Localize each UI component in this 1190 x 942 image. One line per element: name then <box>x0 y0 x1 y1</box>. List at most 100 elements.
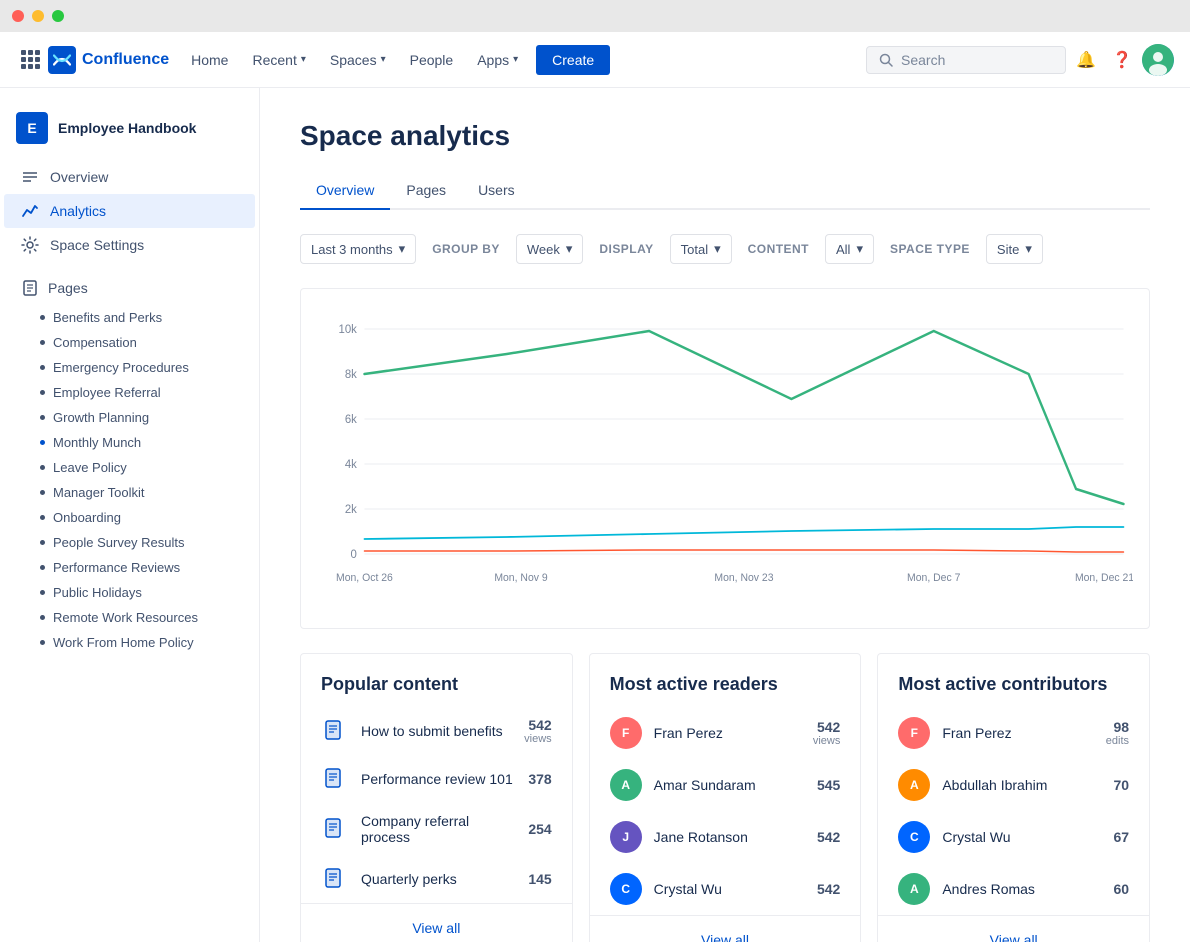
search-box[interactable]: Search <box>866 46 1066 74</box>
nav-people[interactable]: People <box>400 46 464 74</box>
content-filter[interactable]: All ▾ <box>825 234 874 264</box>
popular-content-list: How to submit benefits 542 views Perform… <box>301 707 572 903</box>
contributor-count: 98 edits <box>1106 719 1129 747</box>
app-layout: E Employee Handbook Overview Analytics S… <box>0 88 1190 942</box>
sidebar-page-link[interactable]: Monthly Munch <box>0 430 259 455</box>
settings-icon <box>20 235 40 255</box>
active-contributors-list: F Fran Perez 98 edits A Abdullah Ibrahim… <box>878 707 1149 915</box>
reader-item[interactable]: C Crystal Wu 542 <box>590 863 861 915</box>
nav-apps[interactable]: Apps▾ <box>467 46 528 74</box>
minimize-dot[interactable] <box>32 10 44 22</box>
svg-text:0: 0 <box>351 548 358 561</box>
sidebar: E Employee Handbook Overview Analytics S… <box>0 88 260 942</box>
pages-add-icon[interactable]: + <box>224 277 239 298</box>
sidebar-page-link[interactable]: People Survey Results <box>0 530 259 555</box>
chevron-down-icon: ▾ <box>566 241 573 257</box>
contributor-item[interactable]: C Crystal Wu 67 <box>878 811 1149 863</box>
sidebar-page-link[interactable]: Work From Home Policy <box>0 630 259 655</box>
space-icon: E <box>16 112 48 144</box>
sidebar-item-label: Overview <box>50 169 108 185</box>
popular-content-card: Popular content How to submit benefits 5… <box>300 653 573 942</box>
help-icon[interactable]: ❓ <box>1106 44 1138 76</box>
reader-name: Amar Sundaram <box>654 777 805 793</box>
tab-pages[interactable]: Pages <box>390 172 462 210</box>
popular-content-item[interactable]: How to submit benefits 542 views <box>301 707 572 755</box>
svg-text:Mon, Nov 9: Mon, Nov 9 <box>494 572 547 584</box>
sidebar-page-link[interactable]: Manager Toolkit <box>0 480 259 505</box>
popular-content-item[interactable]: Quarterly perks 145 <box>301 855 572 903</box>
page-title: Space analytics <box>300 120 1150 152</box>
chevron-down-icon: ▾ <box>856 241 863 257</box>
line-chart: 10k 8k 6k 4k 2k 0 Mon, Oct 26 Mon, Nov 9… <box>317 309 1133 609</box>
content-title: Performance review 101 <box>361 771 516 787</box>
app-switcher-icon[interactable] <box>16 46 44 74</box>
content-count: 542 views <box>524 717 552 745</box>
user-avatar[interactable] <box>1142 44 1174 76</box>
notifications-icon[interactable]: 🔔 <box>1070 44 1102 76</box>
group-by-filter[interactable]: Week ▾ <box>516 234 584 264</box>
contributor-name: Andres Romas <box>942 881 1101 897</box>
sidebar-page-link[interactable]: Onboarding <box>0 505 259 530</box>
tab-overview[interactable]: Overview <box>300 172 390 210</box>
contributor-count: 60 <box>1113 881 1129 897</box>
doc-icon <box>321 815 349 843</box>
space-type-filter[interactable]: Site ▾ <box>986 234 1043 264</box>
tab-users[interactable]: Users <box>462 172 531 210</box>
bottom-cards: Popular content How to submit benefits 5… <box>300 653 1150 942</box>
chevron-down-icon: ▾ <box>1025 241 1032 257</box>
pages-section-header[interactable]: Pages ··· + <box>4 270 255 305</box>
sidebar-page-link[interactable]: Benefits and Perks <box>0 305 259 330</box>
nav-spaces[interactable]: Spaces▾ <box>320 46 396 74</box>
popular-content-item[interactable]: Performance review 101 378 <box>301 755 572 803</box>
contributor-avatar: C <box>898 821 930 853</box>
svg-text:Mon, Oct 26: Mon, Oct 26 <box>336 572 393 584</box>
reader-count: 542 <box>817 829 840 845</box>
active-contributors-view-all[interactable]: View all <box>878 916 1149 942</box>
search-icon <box>879 53 893 67</box>
svg-text:Mon, Nov 23: Mon, Nov 23 <box>714 572 773 584</box>
sidebar-page-link[interactable]: Compensation <box>0 330 259 355</box>
sidebar-item-overview[interactable]: Overview <box>4 160 255 194</box>
sidebar-page-link[interactable]: Performance Reviews <box>0 555 259 580</box>
create-button[interactable]: Create <box>536 45 610 75</box>
sidebar-page-link[interactable]: Emergency Procedures <box>0 355 259 380</box>
confluence-logo[interactable]: Confluence <box>48 46 169 74</box>
reader-item[interactable]: J Jane Rotanson 542 <box>590 811 861 863</box>
popular-content-item[interactable]: Company referral process 254 <box>301 803 572 855</box>
active-readers-title: Most active readers <box>590 654 861 707</box>
maximize-dot[interactable] <box>52 10 64 22</box>
contributor-item[interactable]: A Andres Romas 60 <box>878 863 1149 915</box>
sidebar-page-link[interactable]: Employee Referral <box>0 380 259 405</box>
svg-text:8k: 8k <box>345 368 357 381</box>
close-dot[interactable] <box>12 10 24 22</box>
active-readers-view-all[interactable]: View all <box>590 916 861 942</box>
pages-label: Pages <box>48 280 88 296</box>
nav-home[interactable]: Home <box>181 46 238 74</box>
contributor-avatar: A <box>898 873 930 905</box>
contributor-item[interactable]: F Fran Perez 98 edits <box>878 707 1149 759</box>
display-filter[interactable]: Total ▾ <box>670 234 732 264</box>
doc-icon <box>321 865 349 893</box>
pages-more-icon[interactable]: ··· <box>201 279 221 297</box>
reader-item[interactable]: A Amar Sundaram 545 <box>590 759 861 811</box>
sidebar-page-link[interactable]: Leave Policy <box>0 455 259 480</box>
sidebar-page-link[interactable]: Public Holidays <box>0 580 259 605</box>
group-by-label: GROUP BY <box>432 242 500 256</box>
sidebar-page-link[interactable]: Remote Work Resources <box>0 605 259 630</box>
svg-text:6k: 6k <box>345 413 357 426</box>
contributor-item[interactable]: A Abdullah Ibrahim 70 <box>878 759 1149 811</box>
popular-content-view-all[interactable]: View all <box>301 904 572 942</box>
content-title: Quarterly perks <box>361 871 516 887</box>
date-range-filter[interactable]: Last 3 months ▾ <box>300 234 416 264</box>
space-header[interactable]: E Employee Handbook <box>0 104 259 160</box>
reader-item[interactable]: F Fran Perez 542 views <box>590 707 861 759</box>
nav-recent[interactable]: Recent▾ <box>242 46 315 74</box>
sidebar-item-settings[interactable]: Space Settings <box>4 228 255 262</box>
sidebar-page-link[interactable]: Growth Planning <box>0 405 259 430</box>
analytics-chart: 10k 8k 6k 4k 2k 0 Mon, Oct 26 Mon, Nov 9… <box>300 288 1150 629</box>
content-count: 378 <box>528 771 551 787</box>
reader-count: 542 views <box>813 719 841 747</box>
display-label: DISPLAY <box>599 242 653 256</box>
sidebar-item-analytics[interactable]: Analytics <box>4 194 255 228</box>
contributor-avatar: A <box>898 769 930 801</box>
